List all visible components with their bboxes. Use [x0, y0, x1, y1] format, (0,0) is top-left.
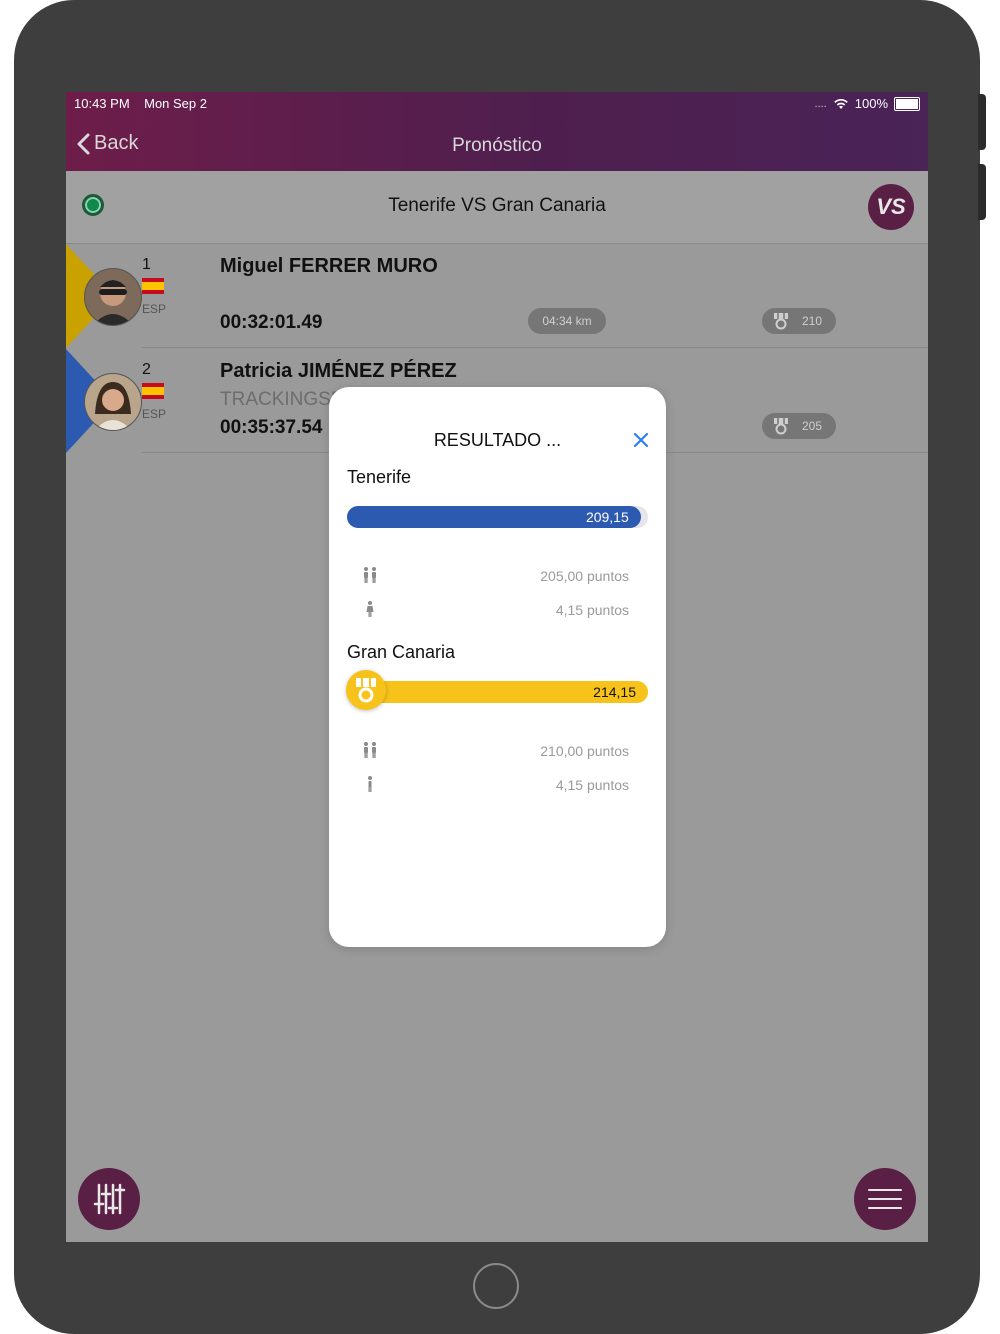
close-icon[interactable] [632, 431, 650, 449]
person-icon [368, 776, 372, 792]
avatar [84, 268, 142, 326]
men-points-row: 210,00 puntos [359, 741, 629, 761]
device-side-button [978, 164, 986, 220]
top-bar: 10:43 PM Mon Sep 2 .... 100% Back Pronós… [66, 92, 928, 171]
vs-button[interactable]: VS [868, 184, 914, 230]
status-bar: 10:43 PM Mon Sep 2 .... 100% [74, 96, 920, 114]
athlete-row[interactable]: 1 ESP Miguel FERRER MURO 00:32:01.49 04:… [66, 244, 928, 348]
home-button[interactable] [473, 1263, 519, 1309]
menu-button[interactable] [854, 1168, 916, 1230]
team-name: Gran Canaria [347, 642, 456, 662]
country-code: ESP [142, 302, 167, 316]
modal-title: RESULTADO ... [433, 430, 562, 450]
match-header: Tenerife VS Gran Canaria VS [66, 171, 928, 244]
athlete-time: 00:35:37.54 [220, 417, 323, 438]
battery-icon [894, 96, 920, 111]
medal-icon [774, 313, 788, 330]
medal-icon [356, 678, 376, 703]
points-value: 210 [802, 314, 823, 328]
women-points-row: 4,15 puntos [359, 600, 629, 620]
men-points: 205,00 puntos [540, 568, 629, 584]
men-points: 210,00 puntos [540, 743, 629, 759]
status-date: Mon Sep 2 [144, 96, 207, 111]
sliders-icon [93, 1183, 126, 1215]
medal-icon [774, 418, 788, 435]
women-points: 4,15 puntos [555, 602, 629, 618]
filter-button[interactable] [78, 1168, 140, 1230]
team-score-bar: 214,15 [347, 681, 648, 703]
points-badge: 210 [762, 308, 836, 334]
winner-medal [346, 670, 386, 710]
team-score-bar: 209,15 [347, 506, 648, 528]
athlete-team: TRACKINGSP [220, 389, 344, 410]
person-icon [366, 601, 374, 617]
avatar [84, 373, 142, 431]
status-time: 10:43 PM [74, 96, 130, 111]
score-fill: 214,15 [347, 681, 648, 703]
rank-number: 1 [142, 256, 151, 273]
women-points: 4,15 puntos [555, 777, 629, 793]
page-title: Pronóstico [452, 135, 542, 156]
score-fill: 209,15 [347, 506, 641, 528]
divider [142, 347, 928, 348]
rank-number: 2 [142, 361, 151, 378]
signal-dots: .... [814, 97, 827, 110]
team-total: 214,15 [593, 684, 636, 700]
team-total: 209,15 [585, 509, 629, 525]
result-modal: RESULTADO ... Tenerife 209,15 205,00 pun… [329, 387, 666, 947]
country-code: ESP [142, 407, 167, 421]
nav-bar: Back Pronóstico [66, 122, 928, 168]
wifi-icon [833, 98, 848, 109]
athlete-name: Miguel FERRER MURO [220, 255, 438, 277]
points-badge: 205 [762, 413, 836, 439]
team-name: Tenerife [347, 467, 412, 487]
pace-badge: 04:34 km [528, 308, 606, 334]
battery-percent: 100% [854, 96, 888, 111]
women-points-row: 4,15 puntos [359, 775, 629, 795]
spain-flag-icon [142, 278, 164, 294]
device-side-button [978, 94, 986, 150]
people-icon [364, 742, 376, 758]
spain-flag-icon [142, 383, 164, 399]
athlete-time: 00:32:01.49 [220, 312, 323, 333]
match-title: Tenerife VS Gran Canaria [388, 195, 606, 216]
hamburger-menu-icon [868, 1189, 902, 1209]
points-value: 205 [802, 419, 823, 433]
people-icon [364, 567, 376, 583]
men-points-row: 205,00 puntos [359, 566, 629, 586]
athlete-name: Patricia JIMÉNEZ PÉREZ [220, 360, 457, 382]
